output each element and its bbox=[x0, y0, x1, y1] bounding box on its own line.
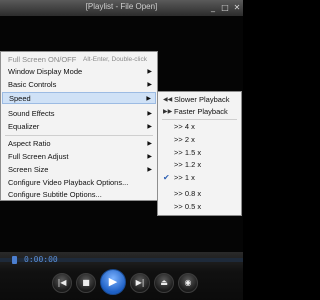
extra-control-button[interactable]: ◉ bbox=[178, 273, 198, 293]
submenu-item-speed-0-8x[interactable]: >> 0.8 x bbox=[159, 188, 240, 200]
submenu-item-slower-playback[interactable]: ◀◀ Slower Playback bbox=[159, 94, 240, 106]
submenu-arrow-icon: ▶ bbox=[147, 82, 152, 88]
submenu-arrow-icon: ▶ bbox=[147, 154, 152, 160]
speed-submenu: ◀◀ Slower Playback ▶▶ Faster Playback >>… bbox=[157, 91, 242, 216]
context-menu: Full Screen ON/OFF Alt-Enter, Double-cli… bbox=[0, 51, 158, 201]
title-bar: [Playlist - File Open] _ □ ✕ bbox=[0, 0, 243, 17]
submenu-arrow-icon: ▶ bbox=[147, 111, 152, 117]
submenu-arrow-icon: ▶ bbox=[147, 69, 152, 75]
maximize-icon[interactable]: □ bbox=[221, 3, 229, 12]
menu-item-equalizer[interactable]: Equalizer ▶ bbox=[2, 121, 156, 133]
submenu-arrow-icon: ▶ bbox=[147, 141, 152, 147]
submenu-item-speed-1x[interactable]: ✔ >> 1 x bbox=[159, 172, 240, 184]
submenu-arrow-icon: ▶ bbox=[147, 167, 152, 173]
menu-item-speed[interactable]: Speed ▶ bbox=[2, 92, 156, 104]
time-display: 0:00:00 bbox=[24, 255, 58, 264]
submenu-item-faster-playback[interactable]: ▶▶ Faster Playback bbox=[159, 106, 240, 118]
window-title: [Playlist - File Open] bbox=[85, 2, 158, 11]
submenu-item-speed-1-5x[interactable]: >> 1.5 x bbox=[159, 147, 240, 159]
menu-item-configure-subtitle[interactable]: Configure Subtitle Options... bbox=[2, 189, 156, 201]
menu-item-full-screen[interactable]: Full Screen ON/OFF Alt-Enter, Double-cli… bbox=[2, 54, 156, 66]
slower-icon: ◀◀ bbox=[163, 97, 173, 103]
menu-item-full-screen-adjust[interactable]: Full Screen Adjust ▶ bbox=[2, 151, 156, 163]
submenu-arrow-icon: ▶ bbox=[147, 124, 152, 130]
menu-item-sound-effects[interactable]: Sound Effects ▶ bbox=[2, 108, 156, 120]
checkmark-icon: ✔ bbox=[163, 173, 170, 182]
seek-handle[interactable] bbox=[12, 256, 17, 264]
menu-item-screen-size[interactable]: Screen Size ▶ bbox=[2, 164, 156, 176]
submenu-item-speed-0-5x[interactable]: >> 0.5 x bbox=[159, 201, 240, 213]
menu-item-window-display-mode[interactable]: Window Display Mode ▶ bbox=[2, 66, 156, 78]
menu-item-aspect-ratio[interactable]: Aspect Ratio ▶ bbox=[2, 138, 156, 150]
menu-item-basic-controls[interactable]: Basic Controls ▶ bbox=[2, 79, 156, 91]
menu-separator bbox=[5, 135, 153, 136]
submenu-item-speed-2x[interactable]: >> 2 x bbox=[159, 134, 240, 146]
previous-button[interactable]: |◀ bbox=[52, 273, 72, 293]
next-button[interactable]: ▶| bbox=[130, 273, 150, 293]
submenu-arrow-icon: ▶ bbox=[146, 96, 151, 102]
minimize-icon[interactable]: _ bbox=[209, 3, 217, 12]
submenu-item-speed-4x[interactable]: >> 4 x bbox=[159, 121, 240, 133]
submenu-separator bbox=[162, 119, 237, 120]
menu-item-configure-video[interactable]: Configure Video Playback Options... bbox=[2, 177, 156, 189]
play-button[interactable]: ▶ bbox=[100, 269, 126, 295]
shortcut-text: Alt-Enter, Double-click bbox=[83, 56, 147, 63]
stop-button[interactable]: ■ bbox=[76, 273, 96, 293]
open-file-button[interactable]: ⏏ bbox=[154, 273, 174, 293]
faster-icon: ▶▶ bbox=[163, 109, 173, 115]
submenu-item-speed-1-2x[interactable]: >> 1.2 x bbox=[159, 159, 240, 171]
close-icon[interactable]: ✕ bbox=[233, 3, 241, 12]
